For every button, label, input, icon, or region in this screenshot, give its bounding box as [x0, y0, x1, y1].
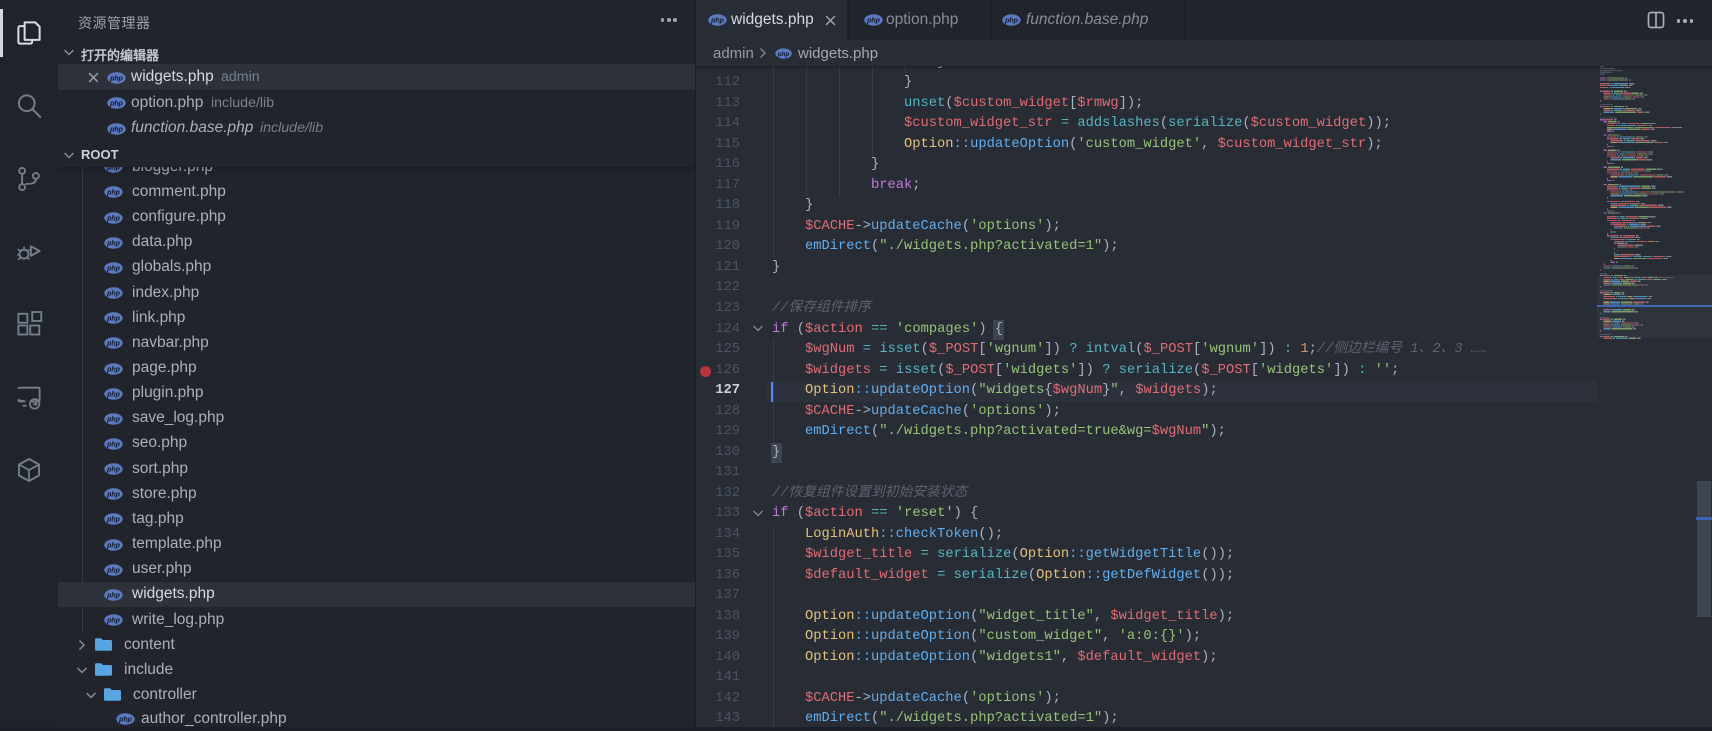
svg-text:php: php [106, 517, 121, 524]
svg-text:php: php [106, 391, 121, 398]
svg-text:php: php [106, 366, 121, 373]
svg-text:php: php [106, 567, 121, 574]
svg-text:php: php [118, 717, 133, 724]
svg-text:php: php [710, 18, 725, 25]
svg-text:php: php [106, 215, 121, 222]
svg-text:php: php [106, 265, 121, 272]
svg-text:php: php [109, 101, 124, 108]
svg-text:php: php [866, 18, 881, 25]
svg-text:php: php [106, 542, 121, 549]
svg-text:php: php [106, 467, 121, 474]
svg-text:php: php [777, 51, 790, 58]
svg-text:php: php [106, 492, 121, 499]
svg-text:php: php [106, 341, 121, 348]
svg-text:php: php [106, 316, 121, 323]
svg-text:php: php [106, 416, 121, 423]
svg-text:php: php [106, 592, 121, 599]
svg-text:php: php [109, 126, 124, 133]
svg-text:php: php [106, 618, 121, 625]
svg-text:php: php [106, 240, 121, 247]
svg-text:php: php [1004, 18, 1019, 25]
svg-text:php: php [109, 75, 124, 82]
svg-text:php: php [106, 442, 121, 449]
svg-text:php: php [106, 291, 121, 298]
svg-text:php: php [106, 190, 121, 197]
